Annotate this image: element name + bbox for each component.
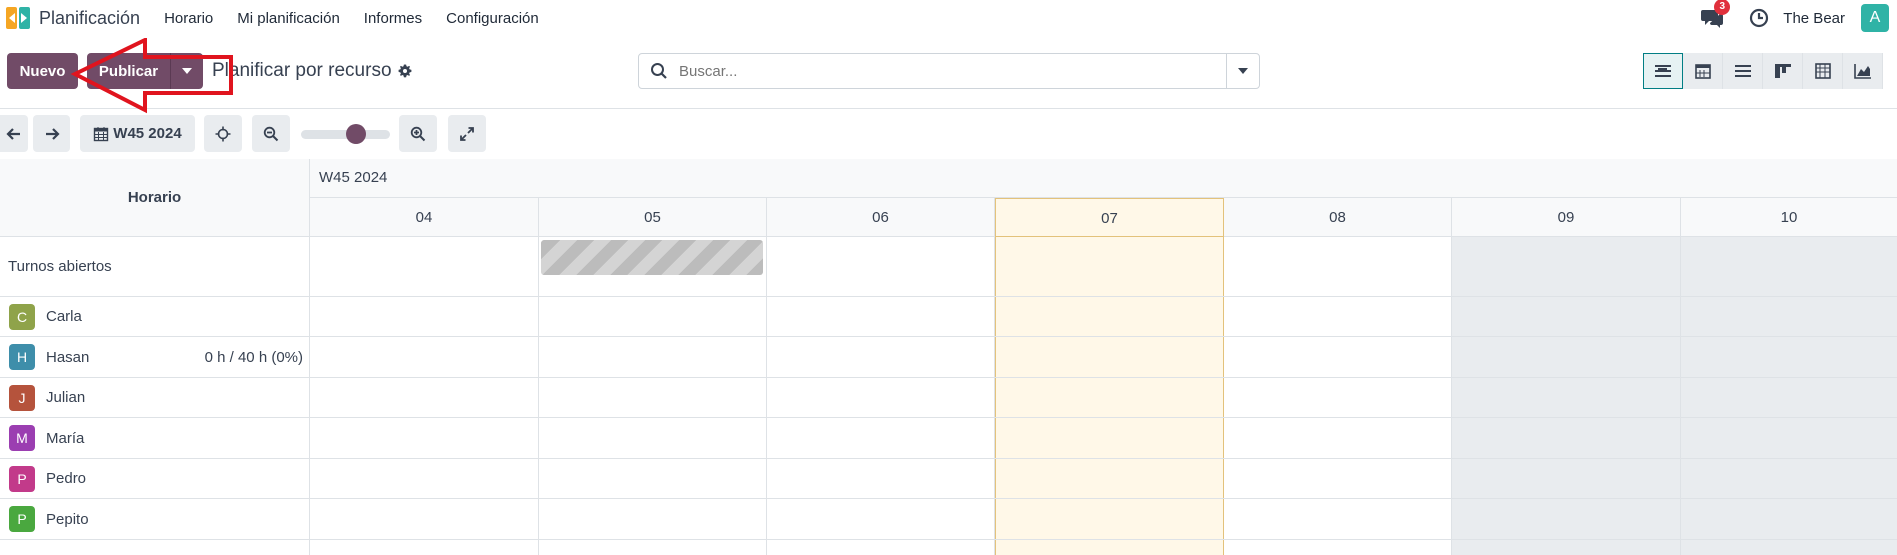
app-name[interactable]: Planificación bbox=[39, 8, 140, 29]
day-header-07-today: 07 bbox=[995, 198, 1224, 237]
day-header-05: 05 bbox=[539, 198, 767, 237]
day-column-04[interactable] bbox=[310, 237, 539, 555]
kanban-view-button[interactable] bbox=[1763, 53, 1803, 89]
activity-clock-icon[interactable] bbox=[1749, 8, 1769, 28]
kanban-view-icon bbox=[1774, 64, 1791, 78]
day-header-08: 08 bbox=[1224, 198, 1452, 237]
resource-name: Pepito bbox=[46, 510, 89, 528]
new-button[interactable]: Nuevo bbox=[7, 53, 78, 89]
gantt-toolbar: W45 2024 bbox=[0, 109, 1897, 160]
zoom-in-button[interactable] bbox=[399, 115, 437, 152]
resource-row[interactable]: C Carla bbox=[0, 297, 310, 336]
search-bar bbox=[638, 53, 1260, 89]
top-navbar: Planificación Horario Mi planificación I… bbox=[0, 0, 1897, 36]
user-avatar[interactable]: A bbox=[1861, 4, 1889, 32]
navbar-systray: 3 The Bear A bbox=[1701, 0, 1897, 36]
resource-name: María bbox=[46, 429, 85, 447]
caret-down-icon bbox=[182, 68, 192, 74]
resource-name: Hasan bbox=[46, 348, 90, 366]
pivot-view-button[interactable] bbox=[1803, 53, 1843, 89]
menu-item-horario[interactable]: Horario bbox=[164, 10, 213, 27]
resource-row[interactable]: J Julian bbox=[0, 378, 310, 417]
calendar-view-icon bbox=[1694, 64, 1711, 79]
arrow-left-icon bbox=[6, 127, 20, 140]
arrow-right-icon bbox=[45, 127, 60, 140]
day-column-06[interactable] bbox=[767, 237, 995, 555]
control-panel: Nuevo Publicar Planificar por recurso bbox=[0, 36, 1897, 109]
avatar: H bbox=[9, 344, 35, 370]
day-header-04: 04 bbox=[310, 198, 539, 237]
gantt-view-button[interactable] bbox=[1643, 53, 1683, 89]
planning-app-logo-icon[interactable] bbox=[6, 7, 30, 29]
avatar: P bbox=[9, 506, 35, 532]
view-switcher bbox=[1643, 53, 1883, 89]
day-header-09: 09 bbox=[1452, 198, 1681, 237]
list-view-button[interactable] bbox=[1723, 53, 1763, 89]
day-column-05[interactable] bbox=[539, 237, 767, 555]
resource-row[interactable]: P Pepito bbox=[0, 499, 310, 539]
messages-icon[interactable]: 3 bbox=[1701, 0, 1731, 30]
pivot-view-icon bbox=[1814, 63, 1831, 79]
avatar: M bbox=[9, 425, 35, 451]
zoom-in-icon bbox=[410, 126, 426, 141]
gantt-group-header: Horario bbox=[0, 159, 310, 237]
publish-dropdown-button[interactable] bbox=[170, 53, 203, 89]
day-column-08[interactable] bbox=[1224, 237, 1452, 555]
search-icon bbox=[651, 63, 667, 79]
calendar-icon bbox=[94, 126, 109, 141]
open-shifts-label: Turnos abiertos bbox=[8, 258, 112, 275]
graph-view-icon bbox=[1853, 64, 1871, 79]
resource-row[interactable]: P Pedro bbox=[0, 459, 310, 498]
search-options-toggle[interactable] bbox=[1226, 54, 1259, 88]
search-input[interactable] bbox=[677, 55, 1226, 87]
previous-period-button[interactable] bbox=[0, 115, 28, 152]
expand-button[interactable] bbox=[448, 115, 486, 152]
allocated-hours: 0 h / 40 h (0%) bbox=[204, 348, 303, 366]
gear-icon[interactable] bbox=[398, 64, 412, 78]
row-open-shifts[interactable]: Turnos abiertos bbox=[0, 237, 310, 296]
day-column-07-today[interactable] bbox=[995, 237, 1224, 555]
caret-down-icon bbox=[1238, 68, 1248, 74]
breadcrumb: Planificar por recurso bbox=[212, 60, 412, 82]
avatar: J bbox=[9, 384, 35, 411]
avatar: P bbox=[9, 465, 35, 492]
open-shift-pill[interactable] bbox=[541, 240, 763, 275]
resource-name: Julian bbox=[46, 389, 86, 406]
focus-today-button[interactable] bbox=[204, 115, 242, 152]
period-label: W45 2024 bbox=[113, 125, 182, 142]
period-picker-button[interactable]: W45 2024 bbox=[80, 115, 195, 152]
publish-button[interactable]: Publicar bbox=[87, 53, 170, 89]
avatar: C bbox=[9, 303, 35, 330]
next-period-button[interactable] bbox=[33, 115, 70, 152]
zoom-out-button[interactable] bbox=[252, 115, 290, 152]
day-column-09-weekend[interactable] bbox=[1452, 237, 1681, 555]
page-title: Planificar por recurso bbox=[212, 60, 392, 81]
resource-row[interactable]: H Hasan 0 h / 40 h (0%) bbox=[0, 337, 310, 377]
gantt-week-header: W45 2024 bbox=[310, 159, 1897, 198]
menu-item-informes[interactable]: Informes bbox=[364, 10, 422, 27]
menu-item-mi-planificacion[interactable]: Mi planificación bbox=[237, 10, 340, 27]
gantt-chart: Horario W45 2024 04 05 06 07 08 09 10 Tu… bbox=[0, 159, 1897, 555]
resource-name: Carla bbox=[46, 308, 82, 325]
messages-count-badge: 3 bbox=[1714, 0, 1731, 15]
menu-item-configuracion[interactable]: Configuración bbox=[446, 10, 539, 27]
crosshair-icon bbox=[215, 126, 231, 141]
resource-row[interactable]: M María bbox=[0, 418, 310, 458]
expand-icon bbox=[460, 126, 474, 141]
day-header-06: 06 bbox=[767, 198, 995, 237]
calendar-view-button[interactable] bbox=[1683, 53, 1723, 89]
zoom-slider-thumb[interactable] bbox=[345, 124, 366, 144]
main-menu: Horario Mi planificación Informes Config… bbox=[164, 10, 563, 27]
day-header-10: 10 bbox=[1681, 198, 1897, 237]
graph-view-button[interactable] bbox=[1843, 53, 1883, 89]
gantt-view-icon bbox=[1655, 65, 1671, 77]
company-name[interactable]: The Bear bbox=[1783, 10, 1845, 27]
resource-name: Pedro bbox=[46, 470, 87, 487]
zoom-out-icon bbox=[263, 126, 279, 141]
list-view-icon bbox=[1734, 65, 1751, 77]
resource-row-empty bbox=[0, 540, 310, 555]
day-column-10-weekend[interactable] bbox=[1681, 237, 1897, 555]
